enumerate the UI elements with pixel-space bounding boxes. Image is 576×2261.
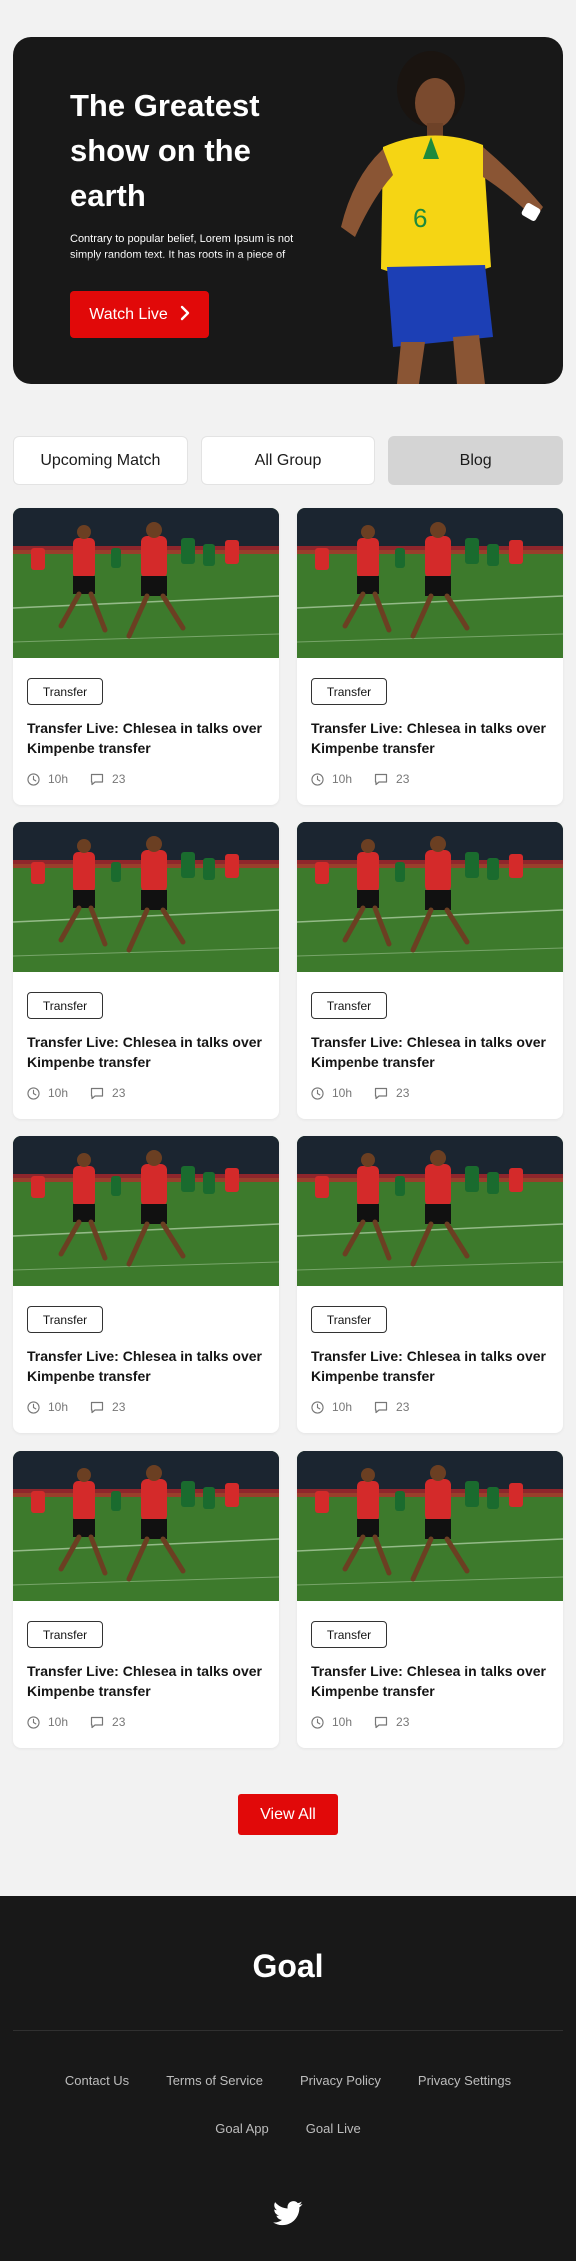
card-comment-count: 23 <box>112 1715 126 1729</box>
comment-icon <box>374 1401 388 1413</box>
card-meta: 10h 23 <box>311 1400 409 1414</box>
card-title[interactable]: Transfer Live: Chlesea in talks over Kim… <box>311 1032 551 1072</box>
comment-icon <box>374 1087 388 1099</box>
card-comment-count: 23 <box>396 1715 410 1729</box>
card-comment-count: 23 <box>396 1086 410 1100</box>
card-time: 10h <box>332 1715 353 1729</box>
blog-card[interactable]: Transfer Transfer Live: Chlesea in talks … <box>297 1451 563 1748</box>
card-image <box>13 1451 279 1601</box>
comment-icon <box>90 773 104 785</box>
svg-text:6: 6 <box>413 203 427 233</box>
card-tag[interactable]: Transfer <box>27 1621 103 1648</box>
clock-icon <box>27 772 40 786</box>
clock-icon <box>27 1086 40 1100</box>
card-meta: 10h 23 <box>27 1086 125 1100</box>
blog-card[interactable]: Transfer Transfer Live: Chlesea in talks … <box>13 508 279 805</box>
clock-icon <box>27 1400 40 1414</box>
card-comment-count: 23 <box>112 1400 126 1414</box>
footer-links-row-2: Goal App Goal Live <box>0 2121 576 2136</box>
blog-card[interactable]: Transfer Transfer Live: Chlesea in talks … <box>13 1451 279 1748</box>
card-image <box>13 1136 279 1286</box>
card-time: 10h <box>332 1400 353 1414</box>
hero-description: Contrary to popular belief, Lorem Ipsum … <box>70 231 302 265</box>
footer: Goal Contact Us Terms of Service Privacy… <box>0 1896 576 2261</box>
card-title[interactable]: Transfer Live: Chlesea in talks over Kim… <box>311 1346 551 1386</box>
card-tag[interactable]: Transfer <box>311 992 387 1019</box>
comment-icon <box>90 1401 104 1413</box>
footer-link-privacy-policy[interactable]: Privacy Policy <box>300 2073 381 2088</box>
watch-live-button[interactable]: Watch Live <box>70 291 209 338</box>
card-image <box>13 822 279 972</box>
card-comment-count: 23 <box>396 1400 410 1414</box>
card-time: 10h <box>48 1715 69 1729</box>
footer-links-row-1: Contact Us Terms of Service Privacy Poli… <box>0 2073 576 2088</box>
content-tabs: Upcoming Match All Group Blog <box>13 436 564 485</box>
card-meta: 10h 23 <box>311 1086 409 1100</box>
card-meta: 10h 23 <box>311 772 409 786</box>
clock-icon <box>311 1400 324 1414</box>
card-time: 10h <box>48 772 69 786</box>
card-title[interactable]: Transfer Live: Chlesea in talks over Kim… <box>27 1032 267 1072</box>
footer-link-terms-of-service[interactable]: Terms of Service <box>166 2073 263 2088</box>
footer-link-goal-live[interactable]: Goal Live <box>306 2121 361 2136</box>
card-image <box>297 1451 563 1601</box>
view-all-button[interactable]: View All <box>238 1794 338 1835</box>
clock-icon <box>27 1715 40 1729</box>
card-tag[interactable]: Transfer <box>311 1621 387 1648</box>
card-meta: 10h 23 <box>27 772 125 786</box>
card-comment-count: 23 <box>396 772 410 786</box>
comment-icon <box>374 1716 388 1728</box>
card-meta: 10h 23 <box>311 1715 409 1729</box>
card-tag[interactable]: Transfer <box>27 678 103 705</box>
clock-icon <box>311 1715 324 1729</box>
card-tag[interactable]: Transfer <box>311 678 387 705</box>
footer-divider <box>13 2030 563 2031</box>
card-title[interactable]: Transfer Live: Chlesea in talks over Kim… <box>27 1661 267 1701</box>
card-image <box>13 508 279 658</box>
card-comment-count: 23 <box>112 772 126 786</box>
blog-card[interactable]: Transfer Transfer Live: Chlesea in talks … <box>297 822 563 1119</box>
footer-link-contact-us[interactable]: Contact Us <box>65 2073 129 2088</box>
card-tag[interactable]: Transfer <box>27 1306 103 1333</box>
tab-upcoming-match[interactable]: Upcoming Match <box>13 436 188 485</box>
blog-card[interactable]: Transfer Transfer Live: Chlesea in talks … <box>13 822 279 1119</box>
card-time: 10h <box>48 1400 69 1414</box>
clock-icon <box>311 1086 324 1100</box>
tab-blog[interactable]: Blog <box>388 436 564 485</box>
hero-player-image: 6 <box>341 51 543 384</box>
card-image <box>297 508 563 658</box>
card-title[interactable]: Transfer Live: Chlesea in talks over Kim… <box>27 1346 267 1386</box>
card-title[interactable]: Transfer Live: Chlesea in talks over Kim… <box>27 718 267 758</box>
hero-banner: The Greatest show on the earth Contrary … <box>13 37 563 384</box>
card-meta: 10h 23 <box>27 1715 125 1729</box>
card-tag[interactable]: Transfer <box>311 1306 387 1333</box>
clock-icon <box>311 772 324 786</box>
comment-icon <box>374 773 388 785</box>
card-time: 10h <box>48 1086 69 1100</box>
card-meta: 10h 23 <box>27 1400 125 1414</box>
card-image <box>297 822 563 972</box>
card-time: 10h <box>332 1086 353 1100</box>
card-title[interactable]: Transfer Live: Chlesea in talks over Kim… <box>311 1661 551 1701</box>
tab-all-group[interactable]: All Group <box>200 436 376 485</box>
blog-card[interactable]: Transfer Transfer Live: Chlesea in talks … <box>297 1136 563 1433</box>
card-comment-count: 23 <box>112 1086 126 1100</box>
comment-icon <box>90 1087 104 1099</box>
card-tag[interactable]: Transfer <box>27 992 103 1019</box>
hero-title: The Greatest show on the earth <box>70 88 260 213</box>
blog-card[interactable]: Transfer Transfer Live: Chlesea in talks … <box>297 508 563 805</box>
blog-card[interactable]: Transfer Transfer Live: Chlesea in talks … <box>13 1136 279 1433</box>
card-image <box>297 1136 563 1286</box>
comment-icon <box>90 1716 104 1728</box>
card-title[interactable]: Transfer Live: Chlesea in talks over Kim… <box>311 718 551 758</box>
footer-link-goal-app[interactable]: Goal App <box>215 2121 269 2136</box>
footer-logo[interactable]: Goal <box>0 1948 576 1985</box>
chevron-right-icon <box>180 305 190 325</box>
twitter-icon[interactable] <box>273 2201 303 2226</box>
watch-live-label: Watch Live <box>89 305 168 323</box>
card-time: 10h <box>332 772 353 786</box>
footer-link-privacy-settings[interactable]: Privacy Settings <box>418 2073 511 2088</box>
